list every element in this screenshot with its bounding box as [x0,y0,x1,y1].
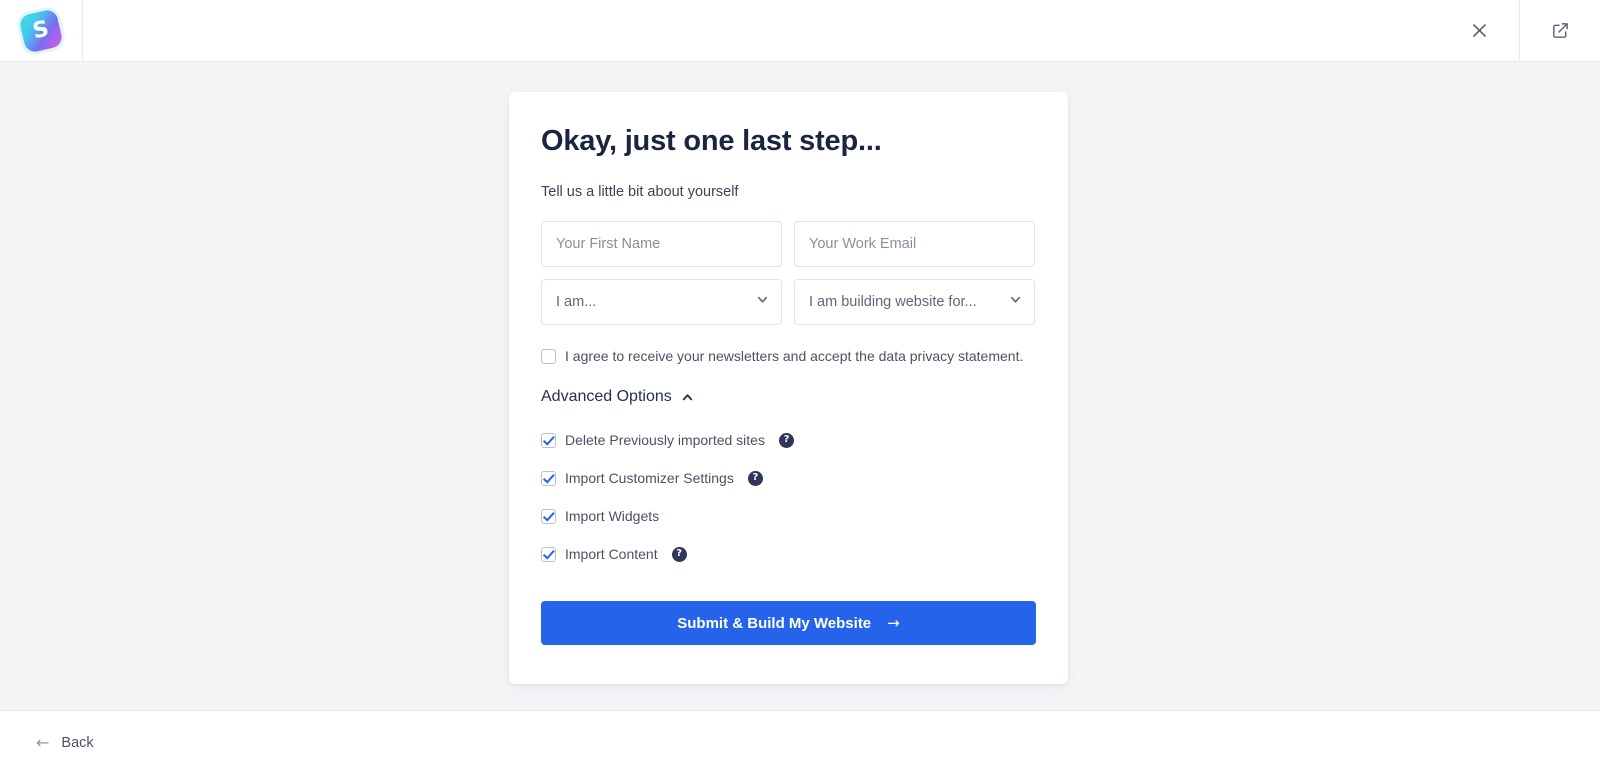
i-am-select-wrapper: I am... [541,279,782,325]
work-email-input[interactable] [794,221,1035,267]
bottom-footer-bar: ← Back [0,710,1600,775]
arrow-right-icon: → [887,614,900,632]
building-for-select-wrapper: I am building website for... [794,279,1035,325]
user-info-form: I am... I am building website for... [541,200,1036,325]
advanced-option-label: Import Customizer Settings [565,470,734,486]
advanced-option-label: Import Content [565,546,658,562]
import-widgets-checkbox[interactable] [541,508,556,524]
advanced-options-list: Delete Previously imported sites ? Impor… [541,406,1036,573]
page-subtitle: Tell us a little bit about yourself [541,184,739,200]
advanced-options-toggle[interactable]: Advanced Options [541,364,694,406]
newsletter-consent-row[interactable]: I agree to receive your newsletters and … [541,325,1036,364]
help-icon[interactable]: ? [778,432,794,448]
arrow-left-icon: ← [36,733,50,752]
starter-templates-logo-icon: S [18,7,64,54]
submit-build-website-button[interactable]: Submit & Build My Website → [541,601,1036,645]
advanced-option-row[interactable]: Import Widgets [541,497,1036,535]
chevron-up-icon [681,391,694,404]
delete-previously-imported-sites-checkbox[interactable] [541,432,556,448]
newsletter-consent-label: I agree to receive your newsletters and … [565,348,1024,364]
open-external-button[interactable] [1519,0,1600,61]
logo-cell: S [0,0,83,61]
advanced-option-row[interactable]: Delete Previously imported sites ? [541,421,1036,459]
external-link-icon [1551,21,1570,40]
app-window: S Okay, just one last step... Tell us a … [0,0,1600,775]
submit-button-label: Submit & Build My Website [677,614,872,632]
advanced-option-label: Delete Previously imported sites [565,432,765,448]
import-content-checkbox[interactable] [541,546,556,562]
close-button[interactable] [1439,0,1519,61]
advanced-options-label: Advanced Options [541,388,672,405]
close-icon [1471,22,1488,39]
help-icon[interactable]: ? [747,470,763,486]
building-for-select[interactable]: I am building website for... [794,279,1035,325]
back-button-label: Back [61,735,94,751]
first-name-input[interactable] [541,221,782,267]
advanced-option-row[interactable]: Import Customizer Settings ? [541,459,1036,497]
back-button[interactable]: ← Back [36,733,94,752]
top-header-bar: S [0,0,1600,62]
i-am-select[interactable]: I am... [541,279,782,325]
newsletter-consent-checkbox[interactable] [541,348,556,364]
import-customizer-settings-checkbox[interactable] [541,470,556,486]
header-spacer [83,0,1439,61]
help-icon[interactable]: ? [671,546,687,562]
page-title: Okay, just one last step... [541,125,882,157]
advanced-option-label: Import Widgets [565,508,660,524]
advanced-option-row[interactable]: Import Content ? [541,535,1036,573]
main-stage: Okay, just one last step... Tell us a li… [0,62,1600,710]
onboarding-card: Okay, just one last step... Tell us a li… [509,92,1068,684]
